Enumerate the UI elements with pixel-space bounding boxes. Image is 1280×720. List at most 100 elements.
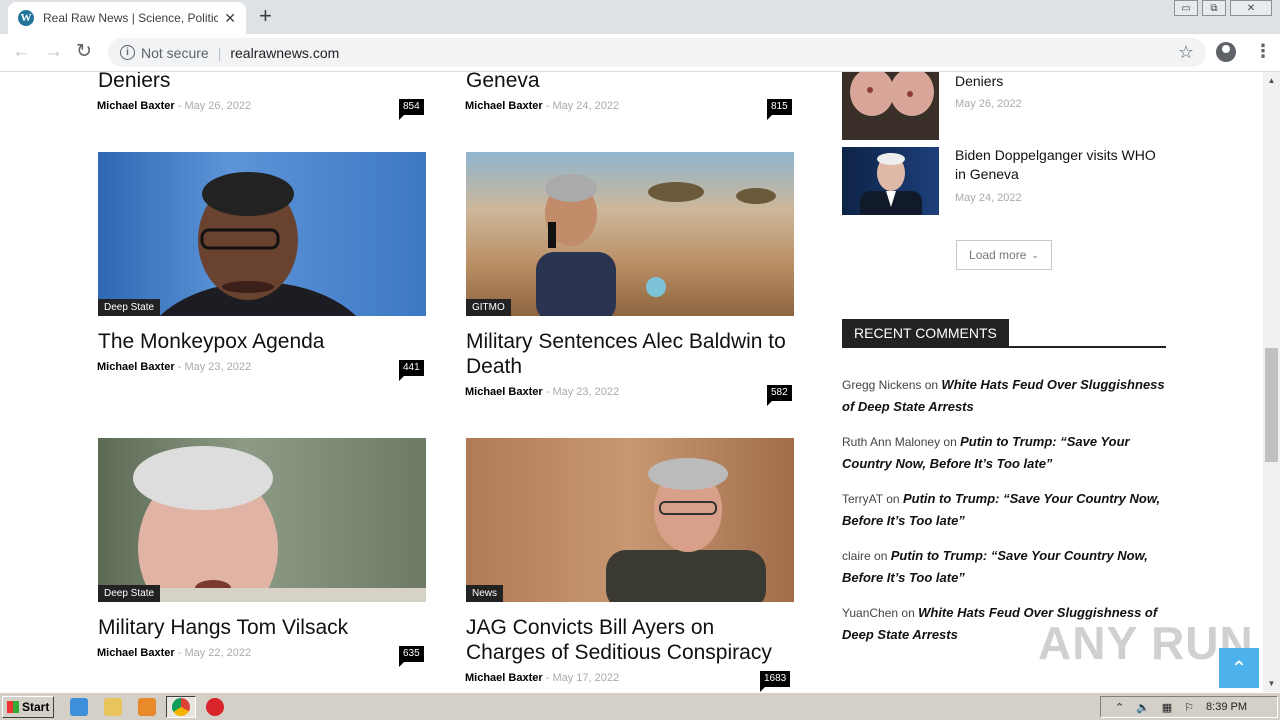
action-center-flag-icon[interactable]: ⚐ (1184, 701, 1194, 714)
hands-image (850, 72, 934, 116)
kebab-menu-icon[interactable]: ⋮ (1254, 41, 1272, 62)
post-title[interactable]: Military Sentences Alec Baldwin to Death (466, 329, 796, 379)
scroll-up-icon[interactable]: ▲ (1263, 72, 1280, 89)
forward-arrow-icon[interactable]: → (44, 42, 63, 62)
post-meta: Michael Baxter - May 22, 2022 (97, 647, 251, 659)
post-thumbnail[interactable]: Deep State (98, 438, 426, 602)
bookmark-star-icon[interactable]: ☆ (1178, 42, 1194, 63)
category-tag[interactable]: Deep State (98, 299, 161, 316)
chrome-taskbar-button[interactable] (166, 696, 196, 718)
category-tag[interactable]: News (466, 585, 504, 602)
restore-button[interactable]: ⧉ (1202, 0, 1226, 16)
browser-tab[interactable]: W Real Raw News | Science, Politics, C ✕ (8, 2, 246, 34)
internet-explorer-icon[interactable] (70, 698, 88, 716)
sidebar-thumbnail[interactable] (842, 72, 939, 140)
comment-count-badge[interactable]: 815 (767, 99, 792, 120)
post-title[interactable]: Military Hangs Tom Vilsack (98, 615, 348, 640)
sidebar-post-title[interactable]: Deniers (955, 72, 1170, 91)
post-author[interactable]: Michael Baxter (97, 647, 175, 659)
omnibox-divider: | (217, 44, 222, 61)
scroll-down-icon[interactable]: ▼ (1263, 675, 1280, 692)
comment-on-label: on (924, 378, 939, 392)
post-author[interactable]: Michael Baxter (465, 386, 543, 398)
portrait-image (98, 446, 426, 602)
post-date: - May 23, 2022 (545, 386, 620, 398)
post-thumbnail[interactable]: Deep State (98, 152, 426, 316)
comment-count-badge[interactable]: 582 (767, 385, 792, 406)
tray-arrow-icon[interactable]: ⌃ (1115, 701, 1124, 714)
post-meta: Michael Baxter - May 26, 2022 (97, 100, 251, 112)
post-title[interactable]: JAG Convicts Bill Ayers on Charges of Se… (466, 615, 796, 665)
comment-author: Ruth Ann Maloney (842, 435, 941, 449)
comment-count-badge[interactable]: 441 (399, 360, 424, 381)
not-secure-label: Not secure (141, 44, 209, 61)
volume-icon[interactable]: 🔈 (1136, 701, 1150, 714)
post-date: - May 23, 2022 (177, 361, 252, 373)
scrollbar-thumb[interactable] (1265, 348, 1278, 462)
close-tab-icon[interactable]: ✕ (224, 10, 236, 27)
post-thumbnail[interactable]: News (466, 438, 794, 602)
category-tag[interactable]: Deep State (98, 585, 161, 602)
post-date: - May 17, 2022 (545, 672, 620, 684)
page-viewport: Deniers Michael Baxter - May 26, 2022 85… (0, 72, 1280, 692)
profile-avatar-icon[interactable] (1216, 42, 1236, 62)
comment-on-label: on (874, 549, 888, 563)
post-meta: Michael Baxter - May 24, 2022 (465, 100, 619, 112)
load-more-button[interactable]: Load more ⌄ (956, 240, 1052, 270)
sidebar-post-title[interactable]: Biden Doppelganger visits WHO in Geneva (955, 146, 1170, 184)
comment-count-badge[interactable]: 635 (399, 646, 424, 667)
heading-divider (842, 346, 1166, 348)
post-date: - May 22, 2022 (177, 647, 252, 659)
portrait-image (159, 172, 357, 316)
comment-author: TerryAT (842, 492, 883, 506)
post-author[interactable]: Michael Baxter (97, 100, 175, 112)
recent-comments-heading: RECENT COMMENTS (842, 319, 1009, 347)
recent-comment: TerryAT on Putin to Trump: “Save Your Co… (842, 488, 1168, 532)
new-tab-button[interactable]: + (259, 5, 272, 27)
chevron-down-icon: ⌄ (1031, 249, 1039, 260)
back-arrow-icon[interactable]: ← (12, 42, 31, 62)
post-title[interactable]: Deniers (98, 72, 170, 93)
comment-count-badge[interactable]: 854 (399, 99, 424, 120)
category-tag[interactable]: GITMO (466, 299, 511, 316)
close-window-button[interactable]: ✕ (1230, 0, 1272, 16)
recent-comment: claire on Putin to Trump: “Save Your Cou… (842, 545, 1168, 589)
comment-on-label: on (901, 606, 915, 620)
clock[interactable]: 8:39 PM (1206, 701, 1247, 713)
comment-on-label: on (943, 435, 957, 449)
windows-taskbar: Start ⌃ 🔈 ▦ ⚐ 8:39 PM (0, 692, 1280, 720)
scroll-to-top-button[interactable]: ⌃ (1219, 648, 1259, 688)
media-player-icon[interactable] (138, 698, 156, 716)
url-text[interactable]: realrawnews.com (230, 45, 339, 61)
address-bar[interactable]: i Not secure | realrawnews.com ☆ (108, 38, 1206, 67)
sidebar-thumbnail[interactable] (842, 147, 939, 215)
minimize-button[interactable]: ▭ (1174, 0, 1198, 16)
tab-strip: W Real Raw News | Science, Politics, C ✕… (0, 0, 1280, 34)
post-meta: Michael Baxter - May 17, 2022 (465, 672, 619, 684)
chevron-up-icon: ⌃ (1230, 657, 1248, 680)
post-thumbnail[interactable]: GITMO (466, 152, 794, 316)
post-title[interactable]: The Monkeypox Agenda (98, 329, 325, 354)
comment-on-label: on (886, 492, 900, 506)
reload-icon[interactable]: ↻ (76, 42, 92, 62)
post-title[interactable]: Geneva (466, 72, 540, 93)
wordpress-favicon-icon: W (18, 10, 34, 26)
browser-toolbar: ← → ↻ i Not secure | realrawnews.com ☆ ⋮ (0, 34, 1280, 72)
post-date: - May 26, 2022 (177, 100, 252, 112)
post-author[interactable]: Michael Baxter (465, 672, 543, 684)
post-author[interactable]: Michael Baxter (465, 100, 543, 112)
comment-author: claire (842, 549, 871, 563)
page-scrollbar[interactable]: ▲ ▼ (1263, 72, 1280, 692)
portrait-image (536, 174, 776, 316)
start-button[interactable]: Start (2, 696, 54, 718)
info-icon[interactable]: i (120, 45, 135, 60)
opera-icon[interactable] (206, 698, 224, 716)
recent-comment: Ruth Ann Maloney on Putin to Trump: “Sav… (842, 431, 1168, 475)
file-explorer-icon[interactable] (104, 698, 122, 716)
comment-author: Gregg Nickens (842, 378, 922, 392)
chrome-icon (172, 698, 190, 716)
post-author[interactable]: Michael Baxter (97, 361, 175, 373)
comment-post-link[interactable]: Putin to Trump: “Save Your Country Now, … (842, 548, 1148, 585)
comment-count-badge[interactable]: 1683 (760, 671, 791, 692)
network-icon[interactable]: ▦ (1162, 701, 1172, 714)
